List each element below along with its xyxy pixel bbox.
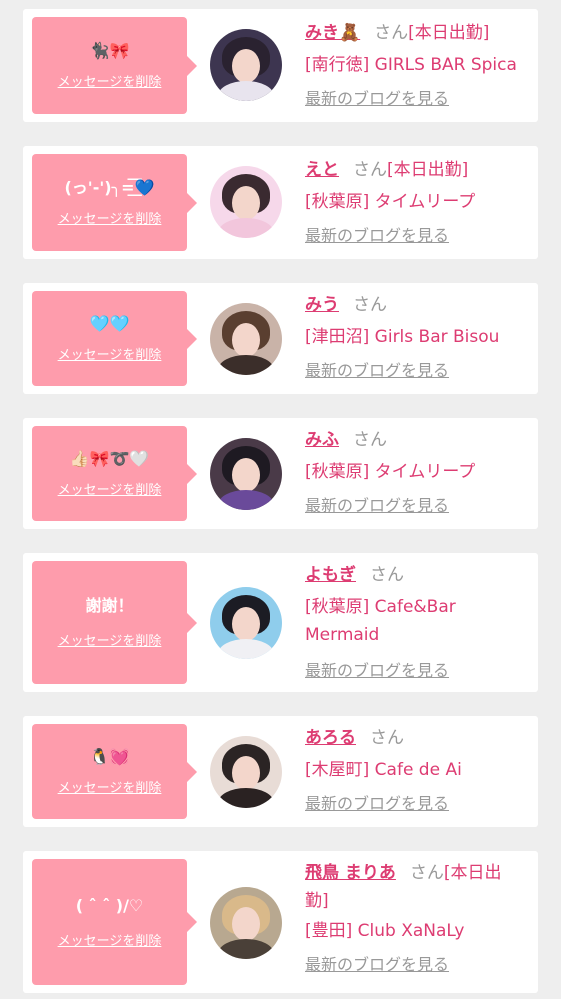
avatar-body (218, 355, 274, 375)
san-label: さん (370, 728, 404, 748)
message-text: 謝謝！ (85, 596, 134, 615)
shop-name: [秋葉原] タイムリープ (305, 462, 476, 482)
message-bubble: 🐈‍⬛🎀 メッセージを削除 (32, 17, 197, 114)
name-line: みふ さん (305, 426, 535, 454)
name-line: みき🧸 さん[本日出勤] (305, 19, 535, 47)
cast-name-link[interactable]: みう (305, 295, 339, 315)
cast-name-link[interactable]: あろる (305, 728, 356, 748)
avatar[interactable] (210, 887, 282, 959)
cast-name-link[interactable]: えと (305, 160, 339, 180)
san-label: さん (374, 23, 409, 43)
message-text: 🐧💓 (89, 747, 130, 766)
message-card: 🩵🩵 メッセージを削除 みう さん [津田沼] Girls Bar Bisou 最… (23, 283, 538, 394)
message-list: 🐈‍⬛🎀 メッセージを削除 みき🧸 さん[本日出勤] [南行徳] GIRLS BA… (0, 0, 561, 999)
shop-name: [南行徳] GIRLS BAR Spica (305, 55, 517, 75)
avatar-body (218, 939, 274, 959)
avatar-body (218, 81, 274, 101)
message-text: 🐈‍⬛🎀 (89, 41, 130, 60)
cast-info: えと さん[本日出勤] [秋葉原] タイムリープ 最新のブログを見る (305, 156, 535, 250)
avatar-face (232, 756, 260, 790)
message-bubble: 謝謝！ メッセージを削除 (32, 561, 197, 684)
message-bubble: 🐧💓 メッセージを削除 (32, 724, 197, 819)
cast-name-link[interactable]: 飛鳥 まりあ (305, 863, 396, 883)
message-card: 👍🏻🎀➰🤍 メッセージを削除 みふ さん [秋葉原] タイムリープ 最新のブログを… (23, 418, 538, 529)
working-today-badge: [本日出勤] (408, 23, 490, 43)
cast-name-link[interactable]: みふ (305, 430, 339, 450)
latest-blog-link[interactable]: 最新のブログを見る (305, 951, 449, 979)
message-bubble: 🩵🩵 メッセージを削除 (32, 291, 197, 386)
shop-name: [秋葉原] タイムリープ (305, 192, 476, 212)
avatar-face (232, 323, 260, 357)
delete-message-link[interactable]: メッセージを削除 (58, 930, 162, 949)
message-text: ( ˆ ˆ )/♡ (75, 895, 144, 915)
avatar-body (218, 218, 274, 238)
shop-name: [木屋町] Cafe de Ai (305, 760, 462, 780)
avatar-face (232, 458, 260, 492)
message-bubble: 👍🏻🎀➰🤍 メッセージを削除 (32, 426, 197, 521)
message-card: 🐈‍⬛🎀 メッセージを削除 みき🧸 さん[本日出勤] [南行徳] GIRLS BA… (23, 9, 538, 122)
avatar-face (232, 907, 260, 941)
name-line: みう さん (305, 291, 535, 319)
avatar-body (218, 788, 274, 808)
avatar-face (232, 607, 260, 641)
working-today-badge: [本日出勤] (387, 160, 469, 180)
cast-info: 飛鳥 まりあ さん[本日出勤] [豊田] Club XaNaLy 最新のブログを見… (305, 859, 535, 979)
message-card: 🐧💓 メッセージを削除 あろる さん [木屋町] Cafe de Ai 最新のブロ… (23, 716, 538, 827)
latest-blog-link[interactable]: 最新のブログを見る (305, 85, 449, 113)
delete-message-link[interactable]: メッセージを削除 (58, 208, 162, 227)
avatar-face (232, 186, 260, 220)
san-label: さん (353, 430, 387, 450)
cast-info: みき🧸 さん[本日出勤] [南行徳] GIRLS BAR Spica 最新のブログ… (305, 19, 535, 113)
latest-blog-link[interactable]: 最新のブログを見る (305, 657, 449, 685)
latest-blog-link[interactable]: 最新のブログを見る (305, 790, 449, 818)
shop-name: [津田沼] Girls Bar Bisou (305, 327, 500, 347)
message-card: 謝謝！ メッセージを削除 よもぎ さん [秋葉原] Cafe&Bar Mermai… (23, 553, 538, 692)
avatar-body (218, 490, 274, 510)
delete-message-link[interactable]: メッセージを削除 (58, 777, 162, 796)
latest-blog-link[interactable]: 最新のブログを見る (305, 222, 449, 250)
name-line: よもぎ さん (305, 561, 535, 589)
latest-blog-link[interactable]: 最新のブログを見る (305, 357, 449, 385)
name-line: あろる さん (305, 724, 535, 752)
delete-message-link[interactable]: メッセージを削除 (58, 479, 162, 498)
delete-message-link[interactable]: メッセージを削除 (58, 630, 162, 649)
cast-info: みふ さん [秋葉原] タイムリープ 最新のブログを見る (305, 426, 535, 520)
message-text: (っ'-')╮=͟͟͞͞💙 (64, 178, 155, 197)
name-line: 飛鳥 まりあ さん[本日出勤] (305, 859, 520, 915)
cast-name-link[interactable]: よもぎ (305, 565, 356, 585)
san-label: さん (353, 295, 387, 315)
message-card: (っ'-')╮=͟͟͞͞💙 メッセージを削除 えと さん[本日出勤] [秋葉原] … (23, 146, 538, 259)
delete-message-link[interactable]: メッセージを削除 (58, 71, 162, 90)
cast-info: みう さん [津田沼] Girls Bar Bisou 最新のブログを見る (305, 291, 535, 385)
avatar[interactable] (210, 438, 282, 510)
name-line: えと さん[本日出勤] (305, 156, 535, 184)
message-text: 🩵🩵 (89, 314, 130, 333)
cast-info: あろる さん [木屋町] Cafe de Ai 最新のブログを見る (305, 724, 535, 818)
message-card: ( ˆ ˆ )/♡ メッセージを削除 飛鳥 まりあ さん[本日出勤] [豊田] C… (23, 851, 538, 993)
san-label: さん (409, 863, 444, 883)
avatar[interactable] (210, 29, 282, 101)
avatar-face (232, 49, 260, 83)
san-label: さん (353, 160, 387, 180)
latest-blog-link[interactable]: 最新のブログを見る (305, 492, 449, 520)
message-text: 👍🏻🎀➰🤍 (69, 449, 150, 468)
avatar-body (218, 639, 274, 659)
san-label: さん (370, 565, 404, 585)
avatar[interactable] (210, 166, 282, 238)
message-bubble: ( ˆ ˆ )/♡ メッセージを削除 (32, 859, 197, 985)
avatar[interactable] (210, 736, 282, 808)
cast-info: よもぎ さん [秋葉原] Cafe&Bar Mermaid 最新のブログを見る (305, 561, 535, 685)
avatar[interactable] (210, 587, 282, 659)
shop-name: [秋葉原] Cafe&Bar Mermaid (305, 597, 456, 645)
delete-message-link[interactable]: メッセージを削除 (58, 344, 162, 363)
shop-name: [豊田] Club XaNaLy (305, 921, 465, 941)
avatar[interactable] (210, 303, 282, 375)
cast-name-link[interactable]: みき🧸 (305, 23, 360, 43)
message-bubble: (っ'-')╮=͟͟͞͞💙 メッセージを削除 (32, 154, 197, 251)
